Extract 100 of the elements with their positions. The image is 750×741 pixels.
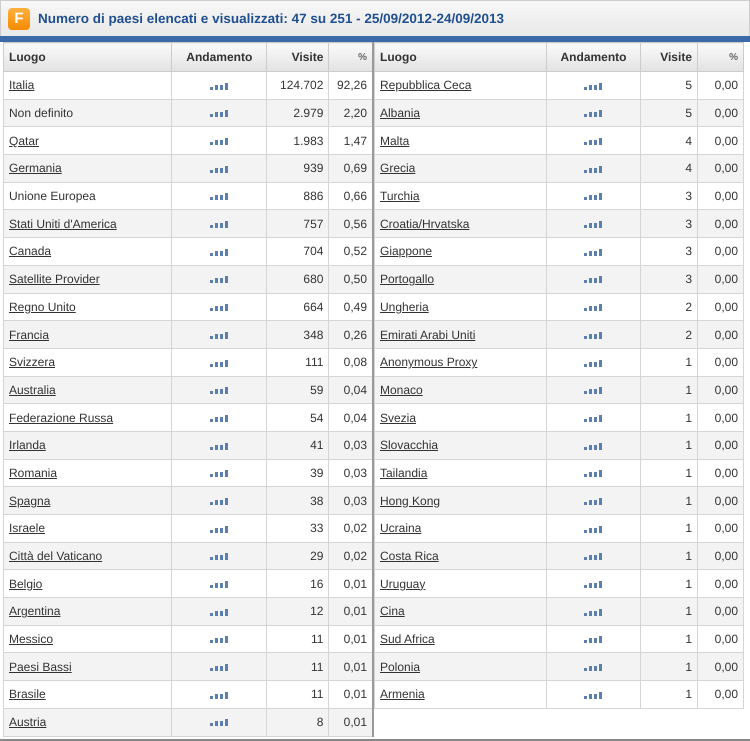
country-link[interactable]: Messico <box>9 632 54 646</box>
country-link[interactable]: Grecia <box>380 161 416 176</box>
bar-chart-icon[interactable] <box>210 110 229 118</box>
country-link[interactable]: Austria <box>9 715 46 730</box>
bar-chart-icon[interactable] <box>210 166 229 173</box>
country-link[interactable]: Francia <box>9 328 50 342</box>
column-header[interactable]: Visite <box>640 42 698 72</box>
table-cell: 1 <box>640 431 698 460</box>
bar-chart-icon[interactable] <box>210 387 229 394</box>
country-link[interactable]: Sud Africa <box>380 632 435 646</box>
bar-chart-icon[interactable] <box>584 360 603 367</box>
bar-chart-icon[interactable] <box>584 193 603 200</box>
bar-chart-icon[interactable] <box>584 387 603 394</box>
bar-chart-icon[interactable] <box>584 692 603 699</box>
bar-chart-icon[interactable] <box>210 664 229 672</box>
bar-chart-icon[interactable] <box>584 636 603 644</box>
bar-chart-icon[interactable] <box>584 166 603 173</box>
bar-chart-icon[interactable] <box>210 221 229 228</box>
bar-chart-icon[interactable] <box>210 332 229 339</box>
country-link[interactable]: Cina <box>380 604 405 618</box>
bar-chart-icon[interactable] <box>210 526 229 533</box>
bar-chart-icon[interactable] <box>584 608 603 616</box>
country-link[interactable]: Paesi Bassi <box>9 660 72 674</box>
bar-chart-icon[interactable] <box>584 553 603 560</box>
country-link[interactable]: Slovacchia <box>380 438 438 452</box>
table-cell: 1 <box>640 486 698 514</box>
bar-chart-icon[interactable] <box>584 221 603 228</box>
country-link[interactable]: Argentina <box>9 604 60 618</box>
country-link[interactable]: Ucraina <box>380 521 422 536</box>
column-header[interactable]: Andamento <box>172 42 267 72</box>
country-link[interactable]: Ungheria <box>380 300 429 314</box>
bar-chart-icon[interactable] <box>210 581 229 588</box>
bar-chart-icon[interactable] <box>584 82 603 90</box>
table-cell: 0,00 <box>698 680 744 708</box>
bar-chart-icon[interactable] <box>210 692 229 699</box>
country-link[interactable]: Giappone <box>380 244 432 258</box>
country-link[interactable]: Qatar <box>9 134 40 148</box>
bar-chart-icon[interactable] <box>584 110 603 118</box>
table-cell: 0,50 <box>328 265 373 293</box>
country-link[interactable]: Albania <box>380 106 420 120</box>
country-link[interactable]: Australia <box>9 382 56 397</box>
table-cell: 0,00 <box>698 265 744 293</box>
country-link[interactable]: Malta <box>380 134 410 148</box>
column-header[interactable]: Luogo <box>374 42 546 72</box>
country-link[interactable]: Costa Rica <box>380 549 439 564</box>
country-link[interactable]: Monaco <box>380 382 423 397</box>
column-header[interactable]: % <box>328 42 373 72</box>
bar-chart-icon[interactable] <box>584 332 603 339</box>
country-link[interactable]: Irlanda <box>9 438 46 452</box>
table-cell: 1 <box>640 376 698 404</box>
country-link[interactable]: Canada <box>9 244 52 258</box>
bar-chart-icon[interactable] <box>210 193 229 200</box>
table-cell: 3 <box>640 210 698 238</box>
country-link[interactable]: Tailandia <box>380 466 428 480</box>
bar-chart-icon[interactable] <box>584 442 603 450</box>
country-link[interactable]: Belgio <box>9 576 42 591</box>
bar-chart-icon[interactable] <box>584 248 603 256</box>
country-link[interactable]: Germania <box>9 161 62 176</box>
country-link[interactable]: Polonia <box>380 660 420 674</box>
column-header[interactable]: Visite <box>266 42 329 72</box>
bar-chart-icon[interactable] <box>210 138 229 146</box>
bar-chart-icon[interactable] <box>584 498 603 505</box>
bar-chart-icon[interactable] <box>210 442 229 450</box>
bar-chart-icon[interactable] <box>210 276 229 284</box>
bar-chart-icon[interactable] <box>584 304 603 312</box>
country-link[interactable]: Italia <box>9 78 34 92</box>
table-cell: 0,00 <box>698 210 744 238</box>
country-link[interactable]: Armenia <box>380 687 425 702</box>
bar-chart-icon[interactable] <box>584 526 603 533</box>
bar-chart-icon[interactable] <box>210 470 229 478</box>
column-header[interactable]: Luogo <box>4 42 172 72</box>
bar-chart-icon[interactable] <box>210 719 229 726</box>
bar-chart-icon[interactable] <box>210 304 229 312</box>
country-link[interactable]: Svizzera <box>9 355 56 370</box>
country-link[interactable]: Israele <box>9 521 46 536</box>
bar-chart-icon[interactable] <box>210 248 229 256</box>
bar-chart-icon[interactable] <box>210 636 229 644</box>
country-link[interactable]: Spagna <box>9 494 50 508</box>
column-header[interactable]: Andamento <box>546 42 640 72</box>
bar-chart-icon[interactable] <box>584 414 603 422</box>
bar-chart-icon[interactable] <box>210 360 229 367</box>
country-link[interactable]: Romania <box>9 466 58 480</box>
country-link[interactable]: Portogallo <box>380 272 434 286</box>
bar-chart-icon[interactable] <box>584 276 603 284</box>
column-header[interactable]: % <box>698 42 744 72</box>
country-link[interactable]: Uruguay <box>380 576 426 591</box>
bar-chart-icon[interactable] <box>584 581 603 588</box>
bar-chart-icon[interactable] <box>584 138 603 146</box>
country-link[interactable]: Svezia <box>380 410 416 425</box>
table-cell: 8 <box>266 708 329 736</box>
bar-chart-icon[interactable] <box>584 664 603 672</box>
bar-chart-icon[interactable] <box>210 553 229 560</box>
bar-chart-icon[interactable] <box>584 470 603 478</box>
country-link[interactable]: Brasile <box>9 687 46 702</box>
bar-chart-icon[interactable] <box>210 608 229 616</box>
country-link[interactable]: Turchia <box>380 189 420 204</box>
country-link[interactable]: Hong Kong <box>380 494 440 508</box>
bar-chart-icon[interactable] <box>210 498 229 505</box>
bar-chart-icon[interactable] <box>210 82 229 90</box>
bar-chart-icon[interactable] <box>210 414 229 422</box>
